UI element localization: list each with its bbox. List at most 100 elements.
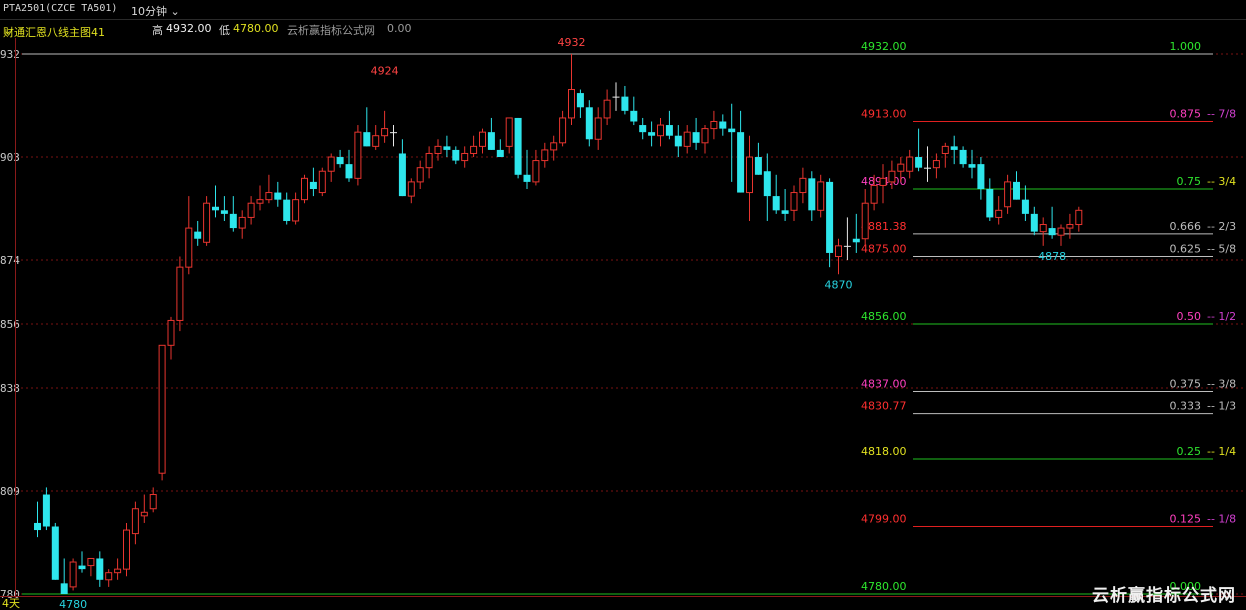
candle-body (238, 216, 246, 229)
candle-body (292, 199, 300, 222)
price-extreme-label: 4870 (825, 278, 853, 291)
level-ratio-label: 0.375 (1170, 378, 1202, 391)
level-price-label: 4856.00 (861, 310, 907, 323)
candle-body (665, 125, 673, 136)
level-price-label: 4875.00 (861, 243, 907, 256)
candle-body (212, 206, 219, 211)
candle-body (799, 177, 807, 194)
candle-body (710, 121, 718, 130)
candle-body (1057, 227, 1065, 236)
candle-body (131, 508, 139, 535)
candle-body (915, 157, 923, 168)
candlestick-chart[interactable]: 9329038748568388097804天 4932.00 1.0004913… (0, 38, 1246, 610)
chevron-down-icon: ⌄ (3, 24, 13, 37)
candle-body (826, 181, 834, 253)
candle-body (398, 153, 406, 197)
candle-body (781, 210, 789, 214)
candle-body (772, 196, 780, 211)
candle-body (977, 164, 985, 189)
candle-body (487, 132, 495, 150)
candle-body (354, 131, 362, 179)
candle-body (247, 202, 255, 218)
y-tick-label: 838 (0, 382, 20, 395)
title-bar: PTA2501(CZCE TA501) 10分钟 ⌄ (0, 0, 1246, 20)
candle-body (96, 558, 104, 580)
candle-body (523, 174, 531, 182)
candle-body (852, 238, 860, 243)
level-price-label: 4837.00 (861, 378, 907, 391)
candle-body (621, 96, 629, 111)
candle-body (541, 149, 549, 162)
candle-body (265, 192, 273, 201)
level-price-label: 4780.00 (861, 580, 907, 593)
candle-body (1004, 181, 1012, 208)
candle-body (870, 184, 878, 204)
candle-body (470, 145, 478, 154)
candle-body (301, 177, 308, 201)
candle-body (274, 192, 282, 200)
candle-body (888, 170, 896, 183)
candle-body (443, 146, 451, 150)
level-fraction-label: -- 2/3 (1207, 220, 1236, 233)
candle-body (336, 157, 344, 165)
level-fraction-label: -- 1/2 (1207, 310, 1236, 323)
fib-levels: 4932.001.0004913.000.875-- 7/84894.000.7… (22, 40, 1236, 595)
candle-body (363, 132, 371, 147)
candle-body (123, 529, 130, 570)
symbol-label[interactable]: PTA2501(CZCE TA501) (3, 3, 117, 14)
low-label: 低 (219, 24, 230, 37)
candle-body (1021, 199, 1029, 214)
level-price-label: 4799.00 (861, 513, 907, 526)
candle-body (861, 202, 869, 240)
candle-body (114, 568, 122, 574)
candle-body (737, 132, 745, 193)
candle-body (950, 146, 958, 150)
candle-body (390, 132, 397, 134)
candle-body (728, 128, 736, 133)
candle-body (532, 160, 540, 183)
candle-body (496, 149, 504, 158)
level-fraction-label: -- 1/3 (1207, 400, 1236, 413)
candle-body (995, 209, 1003, 218)
candle-body (701, 128, 709, 144)
low-value: 4780.00 (233, 22, 279, 35)
candle-body (149, 494, 157, 510)
candle-body (630, 110, 638, 122)
candle-body (612, 96, 620, 98)
price-extreme-label: 4878 (1038, 250, 1066, 263)
candle-body (906, 156, 914, 172)
level-fraction-label: -- 5/8 (1207, 243, 1236, 256)
candle-body (683, 131, 691, 147)
x-axis-label: 4天 (2, 597, 20, 610)
price-extreme-label: 4924 (371, 64, 399, 77)
candle-body (754, 157, 762, 175)
candle-body (229, 213, 237, 229)
candle-body (514, 117, 522, 175)
y-tick-label: 856 (0, 318, 20, 331)
y-tick-label: 874 (0, 254, 20, 267)
level-ratio-label: 0.333 (1170, 400, 1202, 413)
candle-body (1013, 181, 1020, 200)
candle-body (434, 145, 442, 154)
y-tick-label: 903 (0, 151, 20, 164)
level-price-label: 4913.00 (861, 108, 907, 121)
candle-body (1030, 213, 1038, 232)
candle-body (657, 124, 664, 137)
source-value: 0.00 (387, 22, 412, 35)
candle-body (318, 170, 326, 194)
candle-body (105, 572, 113, 581)
candle-body (763, 171, 771, 197)
source-label: 云析赢指标公式网 (287, 24, 375, 37)
candle-body (416, 167, 424, 183)
candle-body (505, 117, 513, 147)
level-ratio-label: 0.666 (1170, 220, 1202, 233)
candle-body (176, 266, 184, 321)
candle-body (817, 181, 825, 211)
candle-body (746, 156, 753, 194)
candle-body (78, 565, 86, 570)
candle-body (932, 160, 940, 169)
period-selector[interactable]: 10分钟 ⌄ (131, 3, 180, 19)
candle-body (835, 245, 842, 257)
candle-body (639, 125, 647, 133)
candle-body (648, 132, 656, 136)
